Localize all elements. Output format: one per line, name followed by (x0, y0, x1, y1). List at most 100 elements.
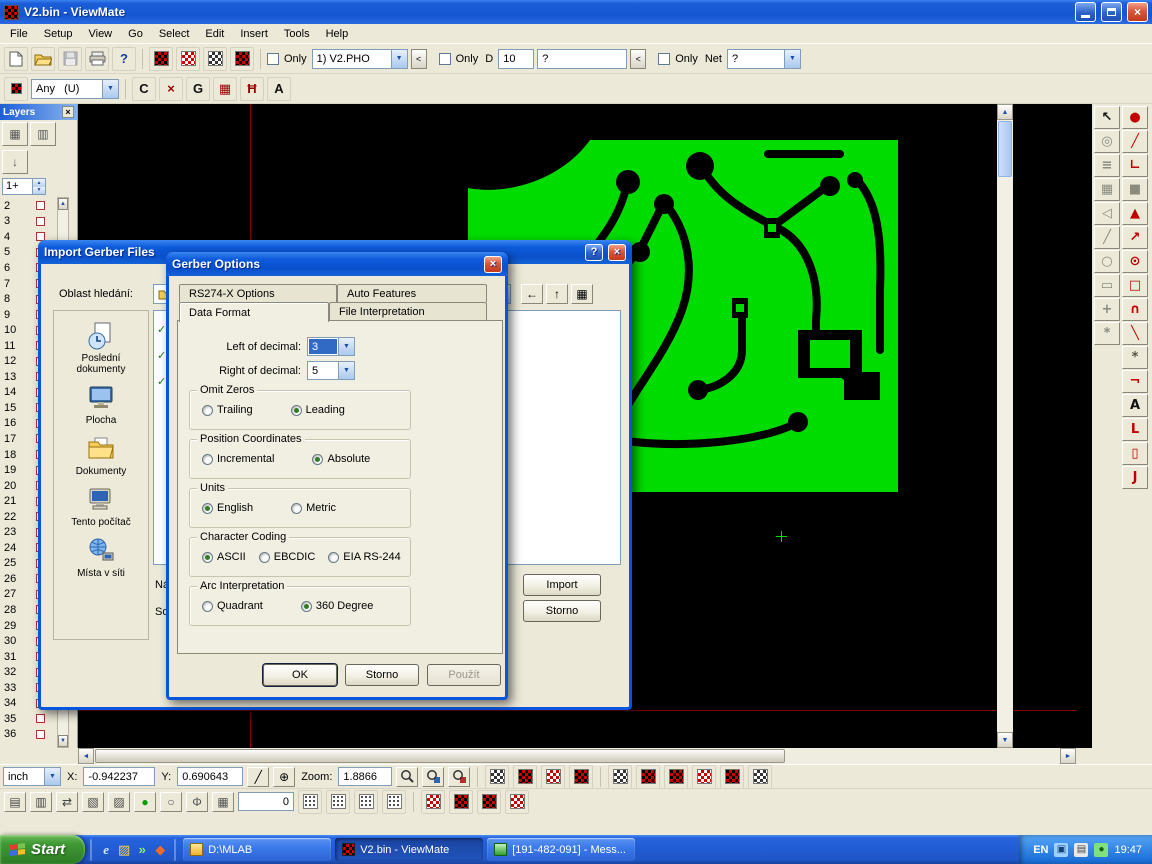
menu-item[interactable]: Select (151, 25, 198, 43)
draw-circle-tool-icon[interactable]: ⊙ (1122, 250, 1148, 273)
layer-swatch[interactable] (36, 714, 45, 723)
tab-auto-features[interactable]: Auto Features (337, 284, 487, 302)
radio-option[interactable]: Absolute (312, 453, 370, 465)
print-icon[interactable] (85, 47, 109, 71)
origin-icon[interactable]: ⊕ (273, 767, 295, 787)
place-computer[interactable]: Tento počítač (56, 485, 146, 528)
context-help-icon[interactable]: ? (112, 47, 136, 71)
scroll-right-icon[interactable]: ► (1060, 748, 1076, 764)
grid-settings-icon[interactable]: ▦ (212, 792, 234, 812)
close-icon[interactable]: × (608, 244, 626, 261)
horizontal-scrollbar[interactable]: ◄ ► (78, 748, 1076, 764)
layers-close-icon[interactable]: × (62, 106, 74, 118)
scroll-left-icon[interactable]: ◄ (78, 748, 94, 764)
view-pattern-8-icon[interactable] (692, 765, 716, 789)
pattern-c-icon[interactable] (477, 790, 501, 814)
view-pattern-4-icon[interactable] (569, 765, 593, 789)
settings-gear-icon[interactable]: * (1122, 346, 1148, 369)
radio-option[interactable]: Leading (291, 404, 345, 416)
vertical-scrollbar[interactable]: ▲ ▼ (997, 104, 1013, 748)
right-of-decimal-combo[interactable]: 5 ▼ (307, 361, 355, 380)
close-button[interactable]: × (1127, 2, 1148, 22)
draw-triangle-tool-icon[interactable]: ▲ (1122, 202, 1148, 225)
zoom-out-icon[interactable] (448, 767, 470, 787)
back-icon[interactable]: ← (521, 284, 543, 304)
lamp-off-icon[interactable]: ○ (160, 792, 182, 812)
component-c-icon[interactable]: C (132, 77, 156, 101)
grid-dots-2-icon[interactable] (326, 790, 350, 814)
aperture-view-4-icon[interactable] (230, 47, 254, 71)
layer-swatch[interactable] (36, 201, 45, 210)
draw-trace-tool-icon[interactable]: ╱ (1122, 130, 1148, 153)
clock[interactable]: 19:47 (1114, 844, 1142, 856)
radio-option[interactable]: English (202, 502, 253, 514)
menu-item[interactable]: Setup (36, 25, 81, 43)
menu-item[interactable]: Go (120, 25, 151, 43)
import-button[interactable]: Import (523, 574, 601, 596)
grid-dots-3-icon[interactable] (354, 790, 378, 814)
ok-button[interactable]: OK (263, 664, 337, 686)
aperture-view-3-icon[interactable] (203, 47, 227, 71)
chevron-down-icon[interactable]: ▼ (338, 338, 354, 355)
prev-dcode-button[interactable]: < (630, 49, 646, 69)
chevron-down-icon[interactable]: ▼ (391, 50, 407, 68)
spin-down-icon[interactable]: ▼ (33, 187, 45, 195)
scroll-up-icon[interactable]: ▲ (997, 104, 1013, 120)
view-pattern-1-icon[interactable] (485, 765, 509, 789)
slot-tool-icon[interactable]: ▯ (1122, 442, 1148, 465)
menu-item[interactable]: Help (318, 25, 357, 43)
pattern-a-icon[interactable] (421, 790, 445, 814)
radio-option[interactable]: Metric (291, 502, 336, 514)
spin-up-icon[interactable]: ▲ (33, 179, 45, 187)
active-layer-spinner[interactable]: 1+ ▲▼ (2, 178, 46, 195)
chevron-down-icon[interactable]: ▼ (784, 50, 800, 68)
layer-select-combo[interactable]: 1) V2.PHO ▼ (312, 49, 408, 69)
radio-option[interactable]: ASCII (202, 551, 246, 563)
view-pattern-6-icon[interactable] (636, 765, 660, 789)
layer-swatch[interactable] (36, 730, 45, 739)
menu-item[interactable]: Insert (232, 25, 276, 43)
menu-item[interactable]: View (80, 25, 120, 43)
board-view-icon[interactable]: ▧ (82, 792, 104, 812)
place-desktop[interactable]: Plocha (56, 383, 146, 426)
radio-button[interactable] (259, 552, 270, 563)
zoom-window-icon[interactable] (422, 767, 444, 787)
gerber-g-icon[interactable]: G (186, 77, 210, 101)
text-a-icon[interactable]: A (267, 77, 291, 101)
aperture-small-icon[interactable] (4, 77, 28, 101)
place-documents[interactable]: Dokumenty (56, 434, 146, 477)
radio-option[interactable]: EBCDIC (259, 551, 316, 563)
negative-view-icon[interactable]: ▨ (108, 792, 130, 812)
radio-button[interactable] (202, 503, 213, 514)
menu-item[interactable]: Edit (197, 25, 232, 43)
radio-button[interactable] (202, 552, 213, 563)
layer-move-down-button[interactable]: ↓ (2, 150, 28, 174)
h-spacing-icon[interactable]: Ħ (240, 77, 264, 101)
open-file-icon[interactable] (31, 47, 55, 71)
grid-dots-1-icon[interactable] (298, 790, 322, 814)
dcode-query-input[interactable]: ? (537, 49, 627, 69)
rect-tool-icon[interactable]: ▭ (1094, 274, 1120, 297)
mirror-tool-icon[interactable]: ◁ (1094, 202, 1120, 225)
tray-keyboard-icon[interactable]: ▤ (1074, 843, 1088, 857)
menu-item[interactable]: Tools (276, 25, 318, 43)
view-pattern-9-icon[interactable] (720, 765, 744, 789)
taskbar-task-button[interactable]: [191-482-091] - Mess... (487, 838, 635, 861)
layer-swatch[interactable] (36, 217, 45, 226)
tab-file-interpretation[interactable]: File Interpretation (329, 302, 487, 320)
slant-tool-icon[interactable]: ╱ (1094, 226, 1120, 249)
help-icon[interactable]: ? (585, 244, 603, 261)
place-recent-documents[interactable]: Poslední dokumenty (56, 321, 146, 375)
restore-button[interactable] (1101, 2, 1122, 22)
scroll-up-icon[interactable]: ▲ (58, 198, 68, 210)
place-network[interactable]: Místa v síti (56, 536, 146, 579)
radio-button[interactable] (328, 552, 339, 563)
quicklaunch-firebird-icon[interactable]: ◆ (151, 839, 169, 861)
quicklaunch-arrows-icon[interactable]: » (133, 839, 151, 861)
layers-properties-button[interactable]: ▦ (2, 122, 28, 146)
tray-graphics-icon[interactable]: ▣ (1054, 843, 1068, 857)
layers-swap-icon[interactable]: ▤ (4, 792, 26, 812)
l-shape-tool-icon[interactable]: L (1122, 418, 1148, 441)
tab-rs274x-options[interactable]: RS274-X Options (179, 284, 337, 302)
layers-copy-icon[interactable]: ▥ (30, 792, 52, 812)
